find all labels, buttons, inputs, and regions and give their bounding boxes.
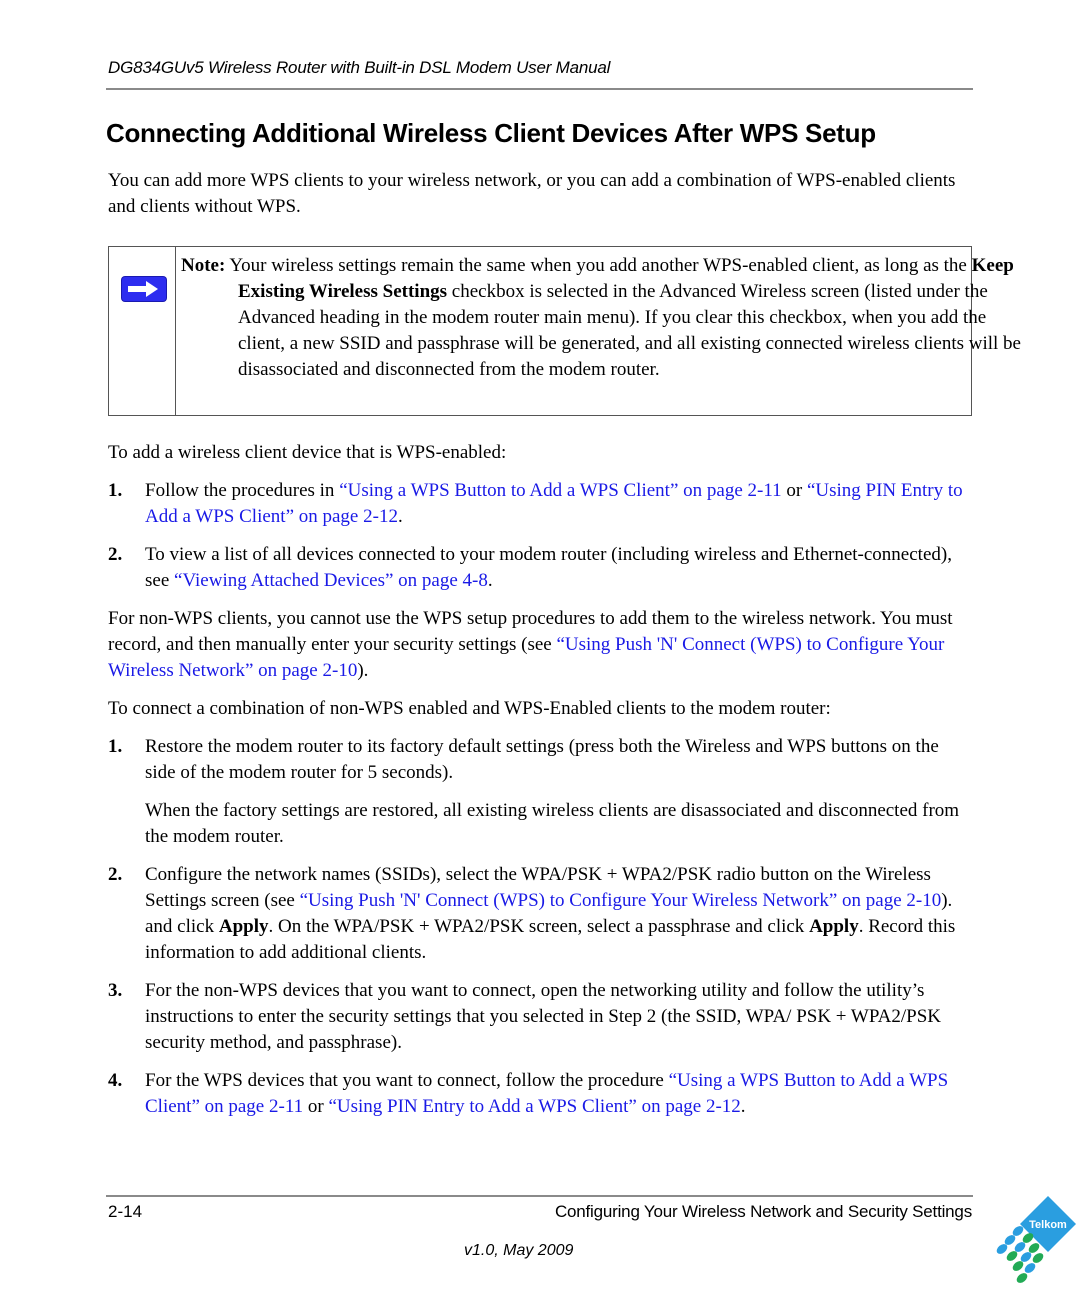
step-text: or [303,1096,329,1117]
note-divider [175,247,176,415]
step-text: . On the WPA/PSK + WPA2/PSK screen, sele… [268,916,810,937]
step-number: 2. [108,544,123,565]
note-label: Note: [181,255,226,276]
note-text-before: Your wireless settings remain the same w… [225,255,972,276]
wps-enabled-lead: To add a wireless client device that is … [108,440,974,466]
intro-text: You can add more WPS clients to your wir… [108,170,956,217]
arrow-right-icon [122,277,166,301]
step-number: 2. [108,864,123,885]
wps-step-2: 2. To view a list of all devices connect… [108,542,974,594]
wps-step-1: 1. Follow the procedures in “Using a WPS… [108,478,974,530]
non-wps-text: ). [357,660,369,681]
logo-text: Telkom [1029,1219,1067,1231]
intro-paragraph: You can add more WPS clients to your wir… [108,168,974,220]
link-wps-button[interactable]: “Using a WPS Button to Add a WPS Client”… [339,480,781,501]
combination-lead: To connect a combination of non-WPS enab… [108,696,974,722]
combination-step-2: 2. Configure the network names (SSIDs), … [108,862,974,966]
step-number: 1. [108,480,123,501]
footer-rule [106,1195,973,1197]
combination-lead-text: To connect a combination of non-WPS enab… [108,698,831,719]
step-text: For the WPS devices that you want to con… [145,1070,669,1091]
apply-label: Apply [809,916,859,937]
wps-enabled-lead-text: To add a wireless client device that is … [108,442,507,463]
step-number: 3. [108,980,123,1001]
chapter-title: Configuring Your Wireless Network and Se… [554,1202,972,1221]
link-pin-entry[interactable]: “Using PIN Entry to Add a WPS Client” on… [328,1096,740,1117]
link-push-n-connect[interactable]: “Using Push 'N' Connect (WPS) to Configu… [300,890,942,911]
note-text: Note: Your wireless settings remain the … [181,253,1024,383]
step-text: . [740,1096,746,1117]
non-wps-paragraph: For non-WPS clients, you cannot use the … [108,606,974,684]
note-box: Note: Your wireless settings remain the … [108,246,1021,416]
combination-step-4: 4. For the WPS devices that you want to … [108,1068,974,1120]
combination-step-1: 1. Restore the modem router to its facto… [108,734,974,850]
step-number: 4. [108,1070,123,1091]
step-text: Follow the procedures in [145,480,340,501]
step-text: or [781,480,807,501]
step-text: For the non-WPS devices that you want to… [145,980,942,1053]
page-number: 2-14 [108,1202,143,1221]
section-title: Connecting Additional Wireless Client De… [106,118,876,148]
apply-label: Apply [218,916,269,937]
version-label: v1.0, May 2009 [464,1242,574,1259]
link-viewing-attached-devices[interactable]: “Viewing Attached Devices” on page 4-8 [174,570,488,591]
step-text: . [487,570,493,591]
step-followup-text: When the factory settings are restored, … [145,800,960,847]
combination-step-3: 3. For the non-WPS devices that you want… [108,978,974,1056]
header-rule [106,88,973,90]
step-number: 1. [108,736,123,757]
step-text: . [397,506,403,527]
telkom-logo: Telkom [990,1188,1080,1296]
running-header: DG834GUv5 Wireless Router with Built-in … [108,58,611,77]
step-text: Restore the modem router to its factory … [145,736,939,783]
